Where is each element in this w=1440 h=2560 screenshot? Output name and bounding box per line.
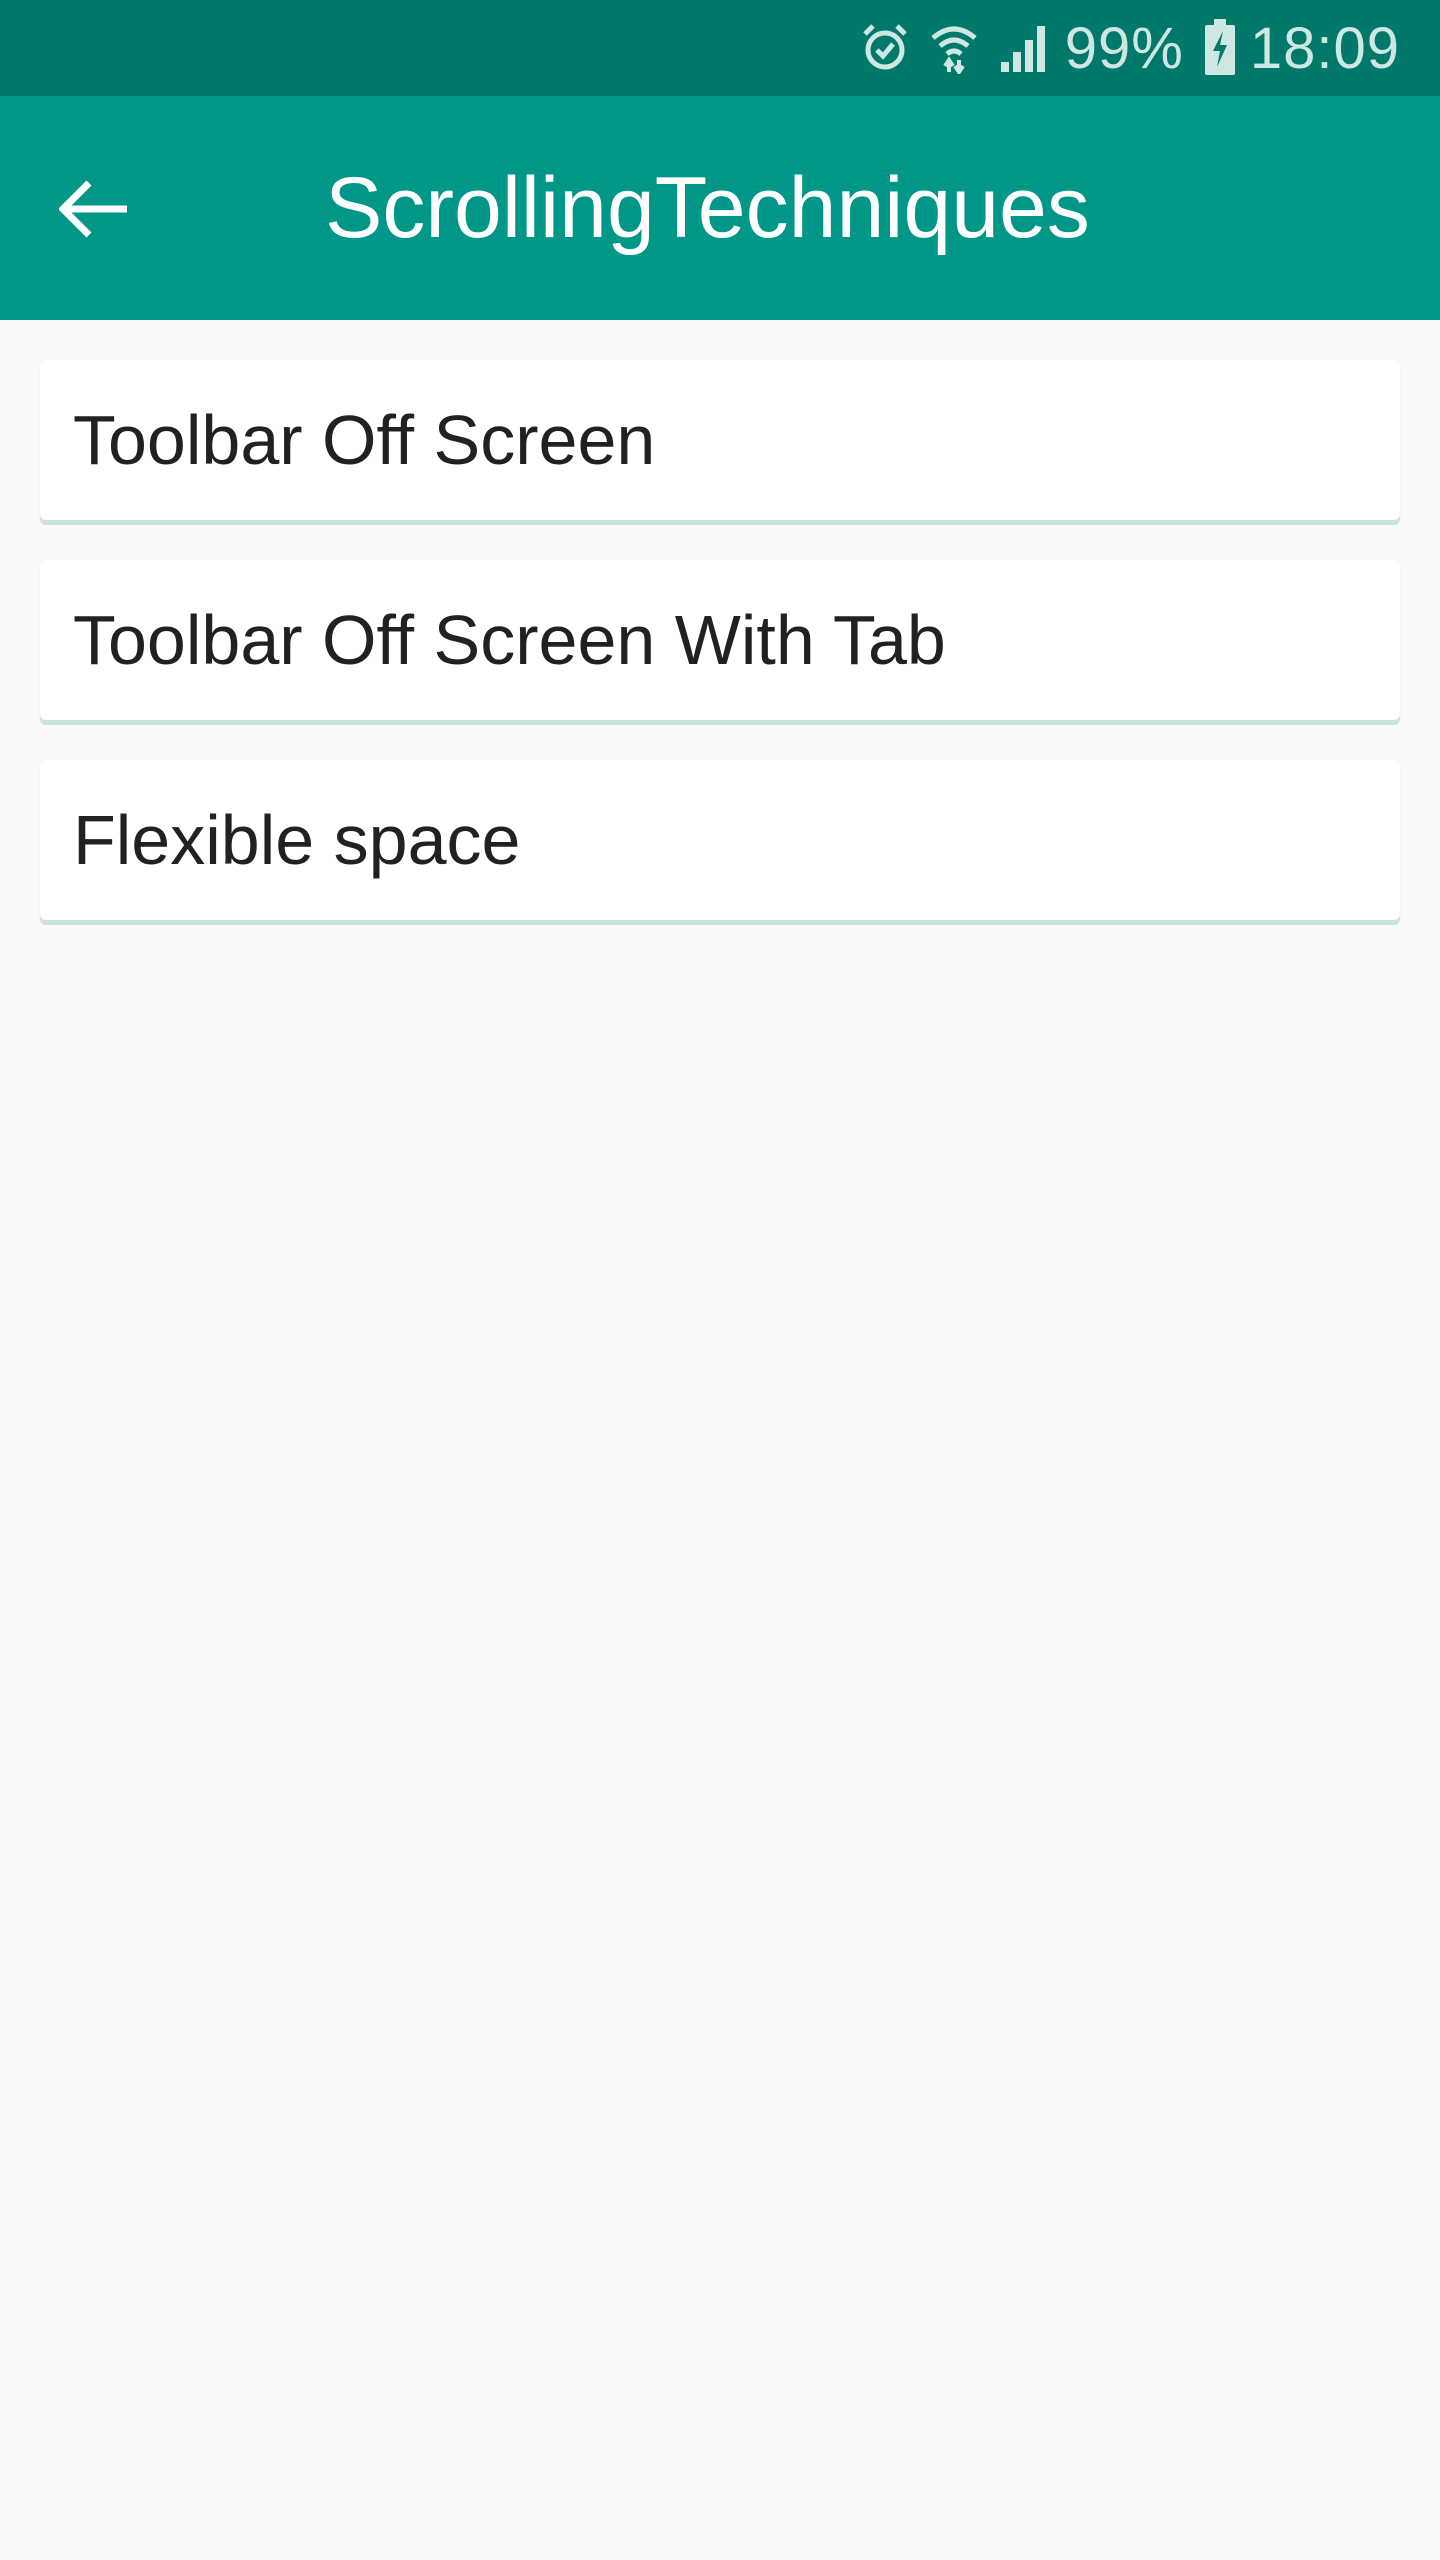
app-bar: ScrollingTechniques — [0, 96, 1440, 320]
list-item-toolbar-off-screen[interactable]: Toolbar Off Screen — [40, 360, 1400, 520]
list-item-label: Flexible space — [73, 801, 521, 879]
signal-icon — [999, 22, 1051, 74]
battery-percent: 99% — [1064, 15, 1184, 81]
alarm-icon — [861, 22, 909, 74]
clock: 18:09 — [1249, 15, 1400, 81]
list-item-label: Toolbar Off Screen With Tab — [73, 601, 946, 679]
wifi-icon — [929, 22, 979, 74]
list-item-label: Toolbar Off Screen — [73, 401, 656, 479]
battery-charging-icon — [1204, 19, 1236, 77]
technique-list: Toolbar Off Screen Toolbar Off Screen Wi… — [40, 360, 1400, 960]
arrow-back-icon — [58, 179, 131, 244]
list-item-flexible-space[interactable]: Flexible space — [40, 760, 1400, 920]
back-button[interactable] — [40, 156, 150, 266]
app-title: ScrollingTechniques — [325, 159, 1090, 256]
list-item-toolbar-off-screen-with-tab[interactable]: Toolbar Off Screen With Tab — [40, 560, 1400, 720]
status-bar: 99% 18:09 — [0, 0, 1440, 96]
